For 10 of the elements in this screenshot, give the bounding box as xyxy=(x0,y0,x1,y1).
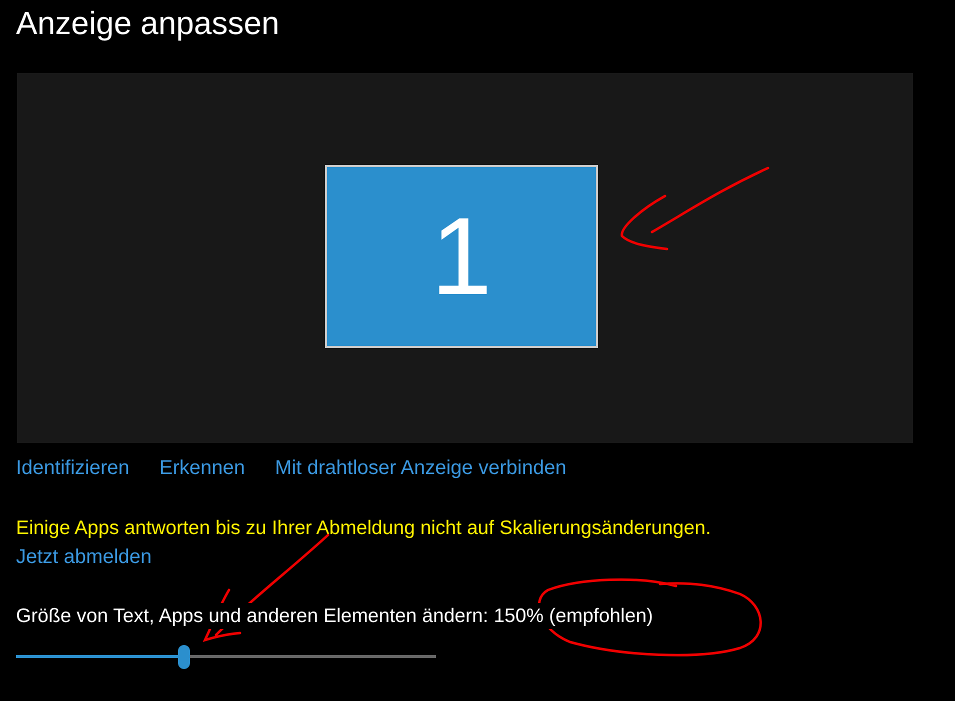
link[interactable]: Mit drahtloser Anzeige verbinden xyxy=(275,455,566,481)
display-tile[interactable]: 1 xyxy=(325,165,598,348)
link[interactable]: Erkennen xyxy=(159,455,246,481)
warning-text: Einige Apps antworten bis zu Ihrer Abmeldung nicht auf Skalierungsänderungen. xyxy=(16,516,712,541)
slider-thumb[interactable] xyxy=(178,645,190,669)
sign-out-link[interactable]: Jetzt abmelden xyxy=(16,544,152,570)
scale-slider[interactable] xyxy=(16,645,436,669)
scale-label: Größe von Text, Apps und anderen Elementen ändern: 150% (empfohlen) xyxy=(16,603,654,629)
page-title: Anzeige anpassen xyxy=(16,4,280,43)
link[interactable]: Identifizieren xyxy=(16,455,130,481)
